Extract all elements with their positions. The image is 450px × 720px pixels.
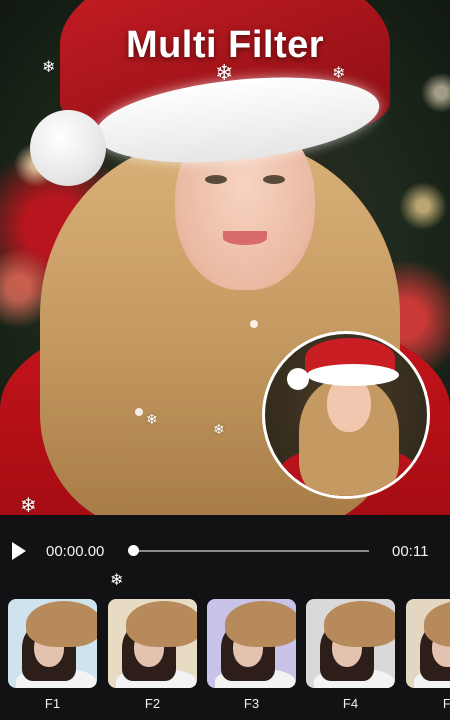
filter-thumbnail — [8, 599, 97, 688]
snow-dot — [250, 320, 258, 328]
filter-item-f3[interactable]: F3 — [207, 599, 296, 711]
thumb-hat — [225, 601, 296, 647]
filter-strip: F1 F2 F3 F4 F — [0, 585, 450, 720]
right-eye — [263, 175, 285, 184]
lips — [223, 231, 267, 245]
seek-thumb[interactable] — [128, 545, 139, 556]
snowflake-icon: ❄ — [146, 411, 158, 427]
filter-thumbnail — [406, 599, 450, 688]
filter-item-f1[interactable]: F1 — [8, 599, 97, 711]
snowflake-icon: ❄ — [20, 495, 37, 515]
snowflake-icon: ❄ — [213, 421, 225, 437]
snow-dot — [135, 408, 143, 416]
preview-hat-fur — [307, 364, 399, 386]
video-player-bar: 00:00.00 00:11 ❄ — [0, 515, 450, 589]
snowflake-icon: ❄ — [332, 65, 346, 82]
preview-hat-pompom — [287, 368, 309, 390]
left-eye — [205, 175, 227, 184]
end-time: 00:11 — [392, 543, 429, 560]
seek-track[interactable] — [134, 550, 369, 552]
filter-thumbnail — [207, 599, 296, 688]
filter-item-f4[interactable]: F4 — [306, 599, 395, 711]
filter-label: F2 — [144, 696, 161, 711]
filter-label: F1 — [44, 696, 61, 711]
filter-item-f5[interactable]: F5 — [406, 599, 450, 711]
snowflake-icon: ❄ — [215, 60, 234, 85]
play-icon[interactable] — [12, 542, 26, 560]
thumb-hat — [324, 601, 395, 647]
current-time: 00:00.00 — [46, 543, 105, 560]
filter-preview-circle — [262, 331, 430, 499]
filter-thumbnail — [306, 599, 395, 688]
filter-label: F3 — [243, 696, 260, 711]
thumb-hat — [126, 601, 197, 647]
filter-thumbnail — [108, 599, 197, 688]
filter-item-f2[interactable]: F2 — [108, 599, 197, 711]
main-photo: Multi Filter ❄ ❄ ❄ ❄ ❄ ❄ — [0, 0, 450, 515]
filter-label: F4 — [342, 696, 359, 711]
thumb-hat — [26, 601, 97, 647]
filter-label: F5 — [442, 696, 450, 711]
santa-hat-pompom — [30, 110, 106, 186]
snowflake-icon: ❄ — [42, 59, 56, 76]
